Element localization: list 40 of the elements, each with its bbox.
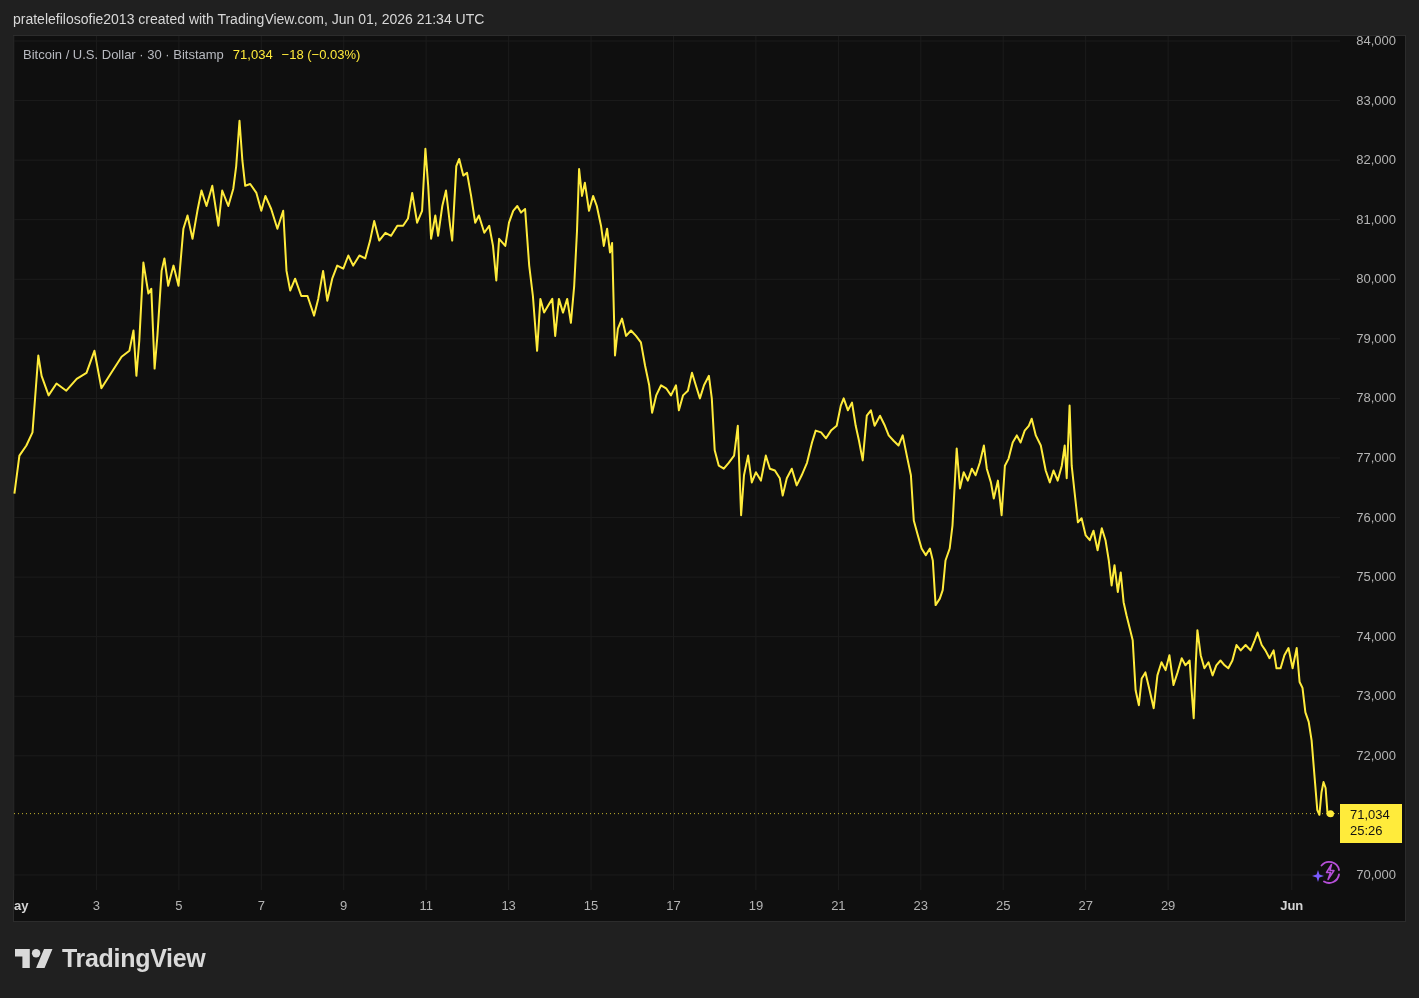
sparkle-lightning-icon [1312,858,1340,886]
time-axis-label: 3 [92,896,101,915]
legend-price: 71,034 [232,46,273,64]
price-axis-label: 70,000 [1356,866,1396,885]
time-axis-label: 5 [175,896,183,915]
price-axis-label: 84,000 [1356,32,1396,51]
time-axis-label: 25 [996,896,1011,915]
time-axis-label: Jun [1280,896,1304,915]
time-axis-label: 15 [583,896,599,915]
time-axis-label: 17 [666,896,681,915]
last-price-value: 71,034 [1350,807,1391,824]
countdown-text: 25:26 [1350,823,1384,840]
price-axis-label: 72,000 [1356,747,1396,766]
time-axis-label: 13 [501,896,516,915]
price-axis-label: 77,000 [1356,449,1396,468]
price-dot-icon [1327,810,1334,818]
logo-icon [15,949,53,968]
price-axis-label: 79,000 [1356,330,1396,349]
price-axis-label: 83,000 [1356,91,1396,110]
time-axis-label: 27 [1078,896,1093,915]
time-axis-label: 19 [748,896,764,915]
price-axis-label: 76,000 [1356,508,1396,527]
time-axis-label: 7 [257,896,265,915]
price-axis-label: 74,000 [1356,627,1396,646]
time-axis-label: ay [14,896,29,915]
time-axis-label: 11 [419,896,433,915]
price-axis-label: 80,000 [1356,270,1396,289]
price-axis-label: 82,000 [1356,151,1396,170]
price-axis-label: 73,000 [1356,687,1396,706]
time-axis-label: 23 [913,896,929,915]
price-axis-label: 75,000 [1356,568,1396,587]
time-axis-label: 29 [1160,896,1176,915]
symbol-label: Bitcoin / U.S. Dollar · 30 · Bitstamp [23,46,224,64]
price-axis-label: 81,000 [1356,210,1396,229]
time-axis-label: 9 [340,896,348,915]
legend-change: −18 (−0.03%) [281,46,361,64]
attribution-text: pratelefilosofie2013 created with TradingView.com, Jun 01, 2026 21:34 UTC [13,9,485,29]
time-axis-label: 21 [831,896,846,915]
price-axis-label: 78,000 [1356,389,1396,408]
wordmark-text: TradingView [62,946,206,971]
